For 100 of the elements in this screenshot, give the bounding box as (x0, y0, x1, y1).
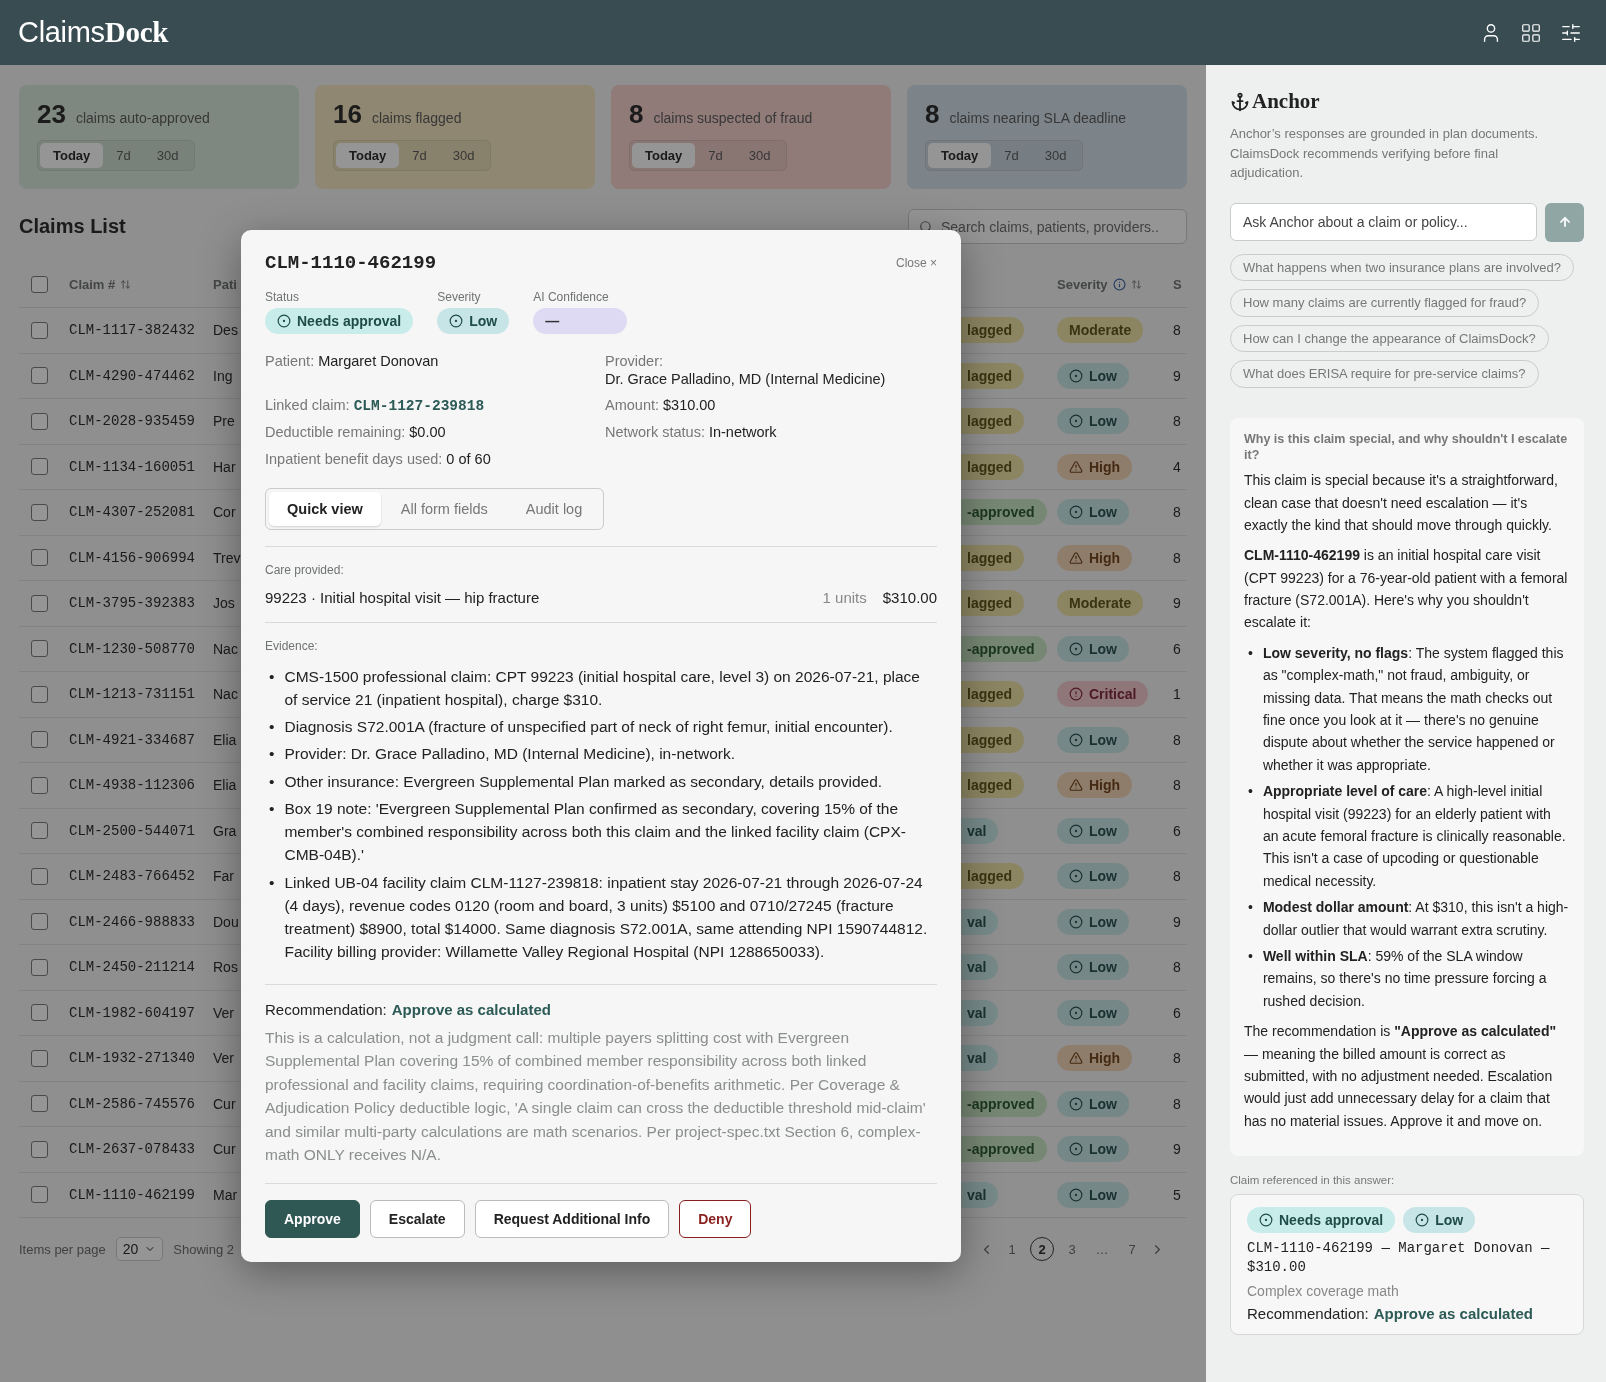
tab[interactable]: Audit log (507, 491, 601, 526)
status-badge: val (961, 1181, 999, 1208)
tab[interactable]: All form fields (382, 491, 506, 526)
stat-value: 8 (925, 99, 940, 130)
grid-icon[interactable] (1520, 21, 1542, 44)
checkbox[interactable] (31, 867, 48, 885)
tab[interactable]: Quick view (269, 491, 381, 526)
range-option[interactable]: 7d (103, 143, 144, 168)
close-button[interactable]: Close × (895, 256, 937, 270)
range-option[interactable]: Today (928, 143, 992, 168)
detail-label: Amount: (605, 396, 659, 415)
status-badge: — (533, 308, 628, 334)
warning-icon (1069, 459, 1083, 474)
patient-cell-text: Elia (213, 777, 238, 794)
range-option[interactable]: 7d (695, 143, 736, 168)
checkbox[interactable] (31, 640, 48, 658)
checkbox[interactable] (31, 1095, 48, 1113)
checkbox[interactable] (31, 1140, 48, 1158)
claim-id-cell-text: CLM-1932-271340 (69, 1050, 197, 1067)
ask-field[interactable]: Ask Anchor about a claim or policy... (1230, 202, 1537, 241)
checkbox[interactable] (31, 458, 48, 476)
target-icon (1069, 1005, 1083, 1020)
checkbox[interactable] (31, 367, 48, 385)
checkbox[interactable] (31, 776, 48, 794)
stat-value: 23 (37, 99, 66, 130)
patient-cell-text: Trev (213, 549, 242, 566)
checkbox[interactable] (31, 685, 48, 703)
page-button[interactable]: 3 (1060, 1237, 1084, 1261)
checkbox[interactable] (31, 503, 48, 521)
status-badge: lagged (961, 863, 1025, 890)
target-icon (1069, 960, 1083, 975)
detail-value: $310.00 (663, 396, 716, 415)
page-button[interactable]: 1 (1000, 1237, 1024, 1261)
checkbox[interactable] (31, 822, 48, 840)
range-option[interactable]: 7d (991, 143, 1032, 168)
range-option[interactable]: 30d (439, 143, 488, 168)
action-button[interactable]: Approve (265, 1199, 360, 1238)
target-icon (1069, 914, 1083, 929)
detail-label: Patient: (265, 352, 315, 371)
checkbox[interactable] (31, 731, 48, 749)
answer-bullet: Appropriate level of care: A high-level initial hospital visit (99223) for an elderly patient with an acute femoral fracture is clinically reasonable. This isn't a case of upcoding or questionable medical necessity. (1262, 782, 1567, 891)
send-button[interactable] (1545, 202, 1584, 242)
severity-badge: Low (1057, 1090, 1129, 1117)
status-badge: lagged (961, 590, 1025, 617)
checkbox[interactable] (31, 276, 48, 293)
checkbox[interactable] (31, 321, 48, 339)
status-badge: lagged (961, 681, 1025, 708)
checkbox[interactable] (31, 958, 48, 976)
checkbox[interactable] (31, 412, 48, 430)
stat-label: claims flagged (371, 110, 462, 126)
range-option[interactable]: Today (40, 143, 104, 168)
range-option[interactable]: 30d (1031, 143, 1080, 168)
stat-value: 8 (629, 99, 644, 130)
column-header[interactable]: Severity (1057, 277, 1173, 292)
checkbox[interactable] (31, 549, 48, 567)
claim-link[interactable]: CLM-1127-239818 (353, 397, 485, 416)
severity-badge: Low (1057, 817, 1129, 844)
reference-card[interactable]: Needs approval Low CLM-1110-462199 — Margaret Donovan — $310.00 Complex coverage math Recommendation: Approve as calculated (1230, 1194, 1584, 1335)
action-button[interactable]: Request Additional Info (474, 1199, 670, 1238)
range-option[interactable]: 30d (735, 143, 784, 168)
per-page-select[interactable]: 20 (115, 1237, 164, 1261)
patient-cell-text: Cur (213, 1141, 237, 1158)
target-icon (1069, 368, 1083, 383)
patient-cell-text: Ver (213, 1004, 235, 1021)
range-option[interactable]: Today (632, 143, 696, 168)
target-icon (1069, 1187, 1083, 1202)
range-option[interactable]: 7d (399, 143, 440, 168)
status-badge: val (961, 954, 999, 981)
checkbox[interactable] (31, 594, 48, 612)
checkbox[interactable] (31, 1186, 48, 1204)
list-title: Claims List (19, 215, 126, 238)
checkbox[interactable] (31, 1004, 48, 1022)
severity-badge: Low (1057, 362, 1129, 389)
claim-id-cell-text: CLM-1982-604197 (69, 1004, 197, 1021)
page-button[interactable]: … (1090, 1237, 1114, 1261)
checkbox[interactable] (31, 1049, 48, 1067)
page-button[interactable]: 7 (1120, 1237, 1144, 1261)
range-option[interactable]: Today (336, 143, 400, 168)
reference-subtitle: Complex coverage math (1247, 1282, 1400, 1299)
patient-cell-text: Cor (213, 504, 237, 521)
patient-cell-text: Dou (213, 913, 240, 930)
assistant-note: Anchor’s responses are grounded in plan documents. ClaimsDock recommends verifying before final adjudication. (1230, 125, 1540, 182)
settings-icon[interactable] (1560, 21, 1582, 44)
checkbox[interactable] (31, 913, 48, 931)
bullet-marker: • (269, 872, 275, 893)
action-button[interactable]: Deny (679, 1199, 752, 1238)
detail-label: Inpatient benefit days used: (265, 449, 443, 468)
status-badge: Low (1403, 1207, 1476, 1234)
status-badge: Needs approval (1247, 1207, 1396, 1234)
action-button[interactable]: Escalate (369, 1199, 465, 1238)
claim-id-cell-text: CLM-4290-474462 (69, 367, 197, 384)
evidence-item: Linked UB-04 facility claim CLM-1127-239818: inpatient stay 2026-07-21 through 2026-07-24 (4 days), revenue codes 0120 (room and board, 3 units) $5100 and 0710/27245 (fracture treatment) $8900, total $14000. Same diagnosis S72.001A, same attending NPI 1590744812. Facility billing provider: Willamette Valley Regional Hospital (NPI 1288650033). (284, 872, 929, 963)
range-option[interactable]: 30d (143, 143, 192, 168)
showing-text: Showing 2 (173, 1241, 234, 1257)
status-badge: val (961, 1045, 999, 1072)
severity-badge: High (1057, 772, 1133, 799)
table-cell-text: 8 (1173, 1095, 1182, 1112)
status-badge: val (961, 908, 999, 935)
logo: ClaimsDock (18, 16, 169, 49)
column-header[interactable]: Claim # (69, 277, 213, 292)
